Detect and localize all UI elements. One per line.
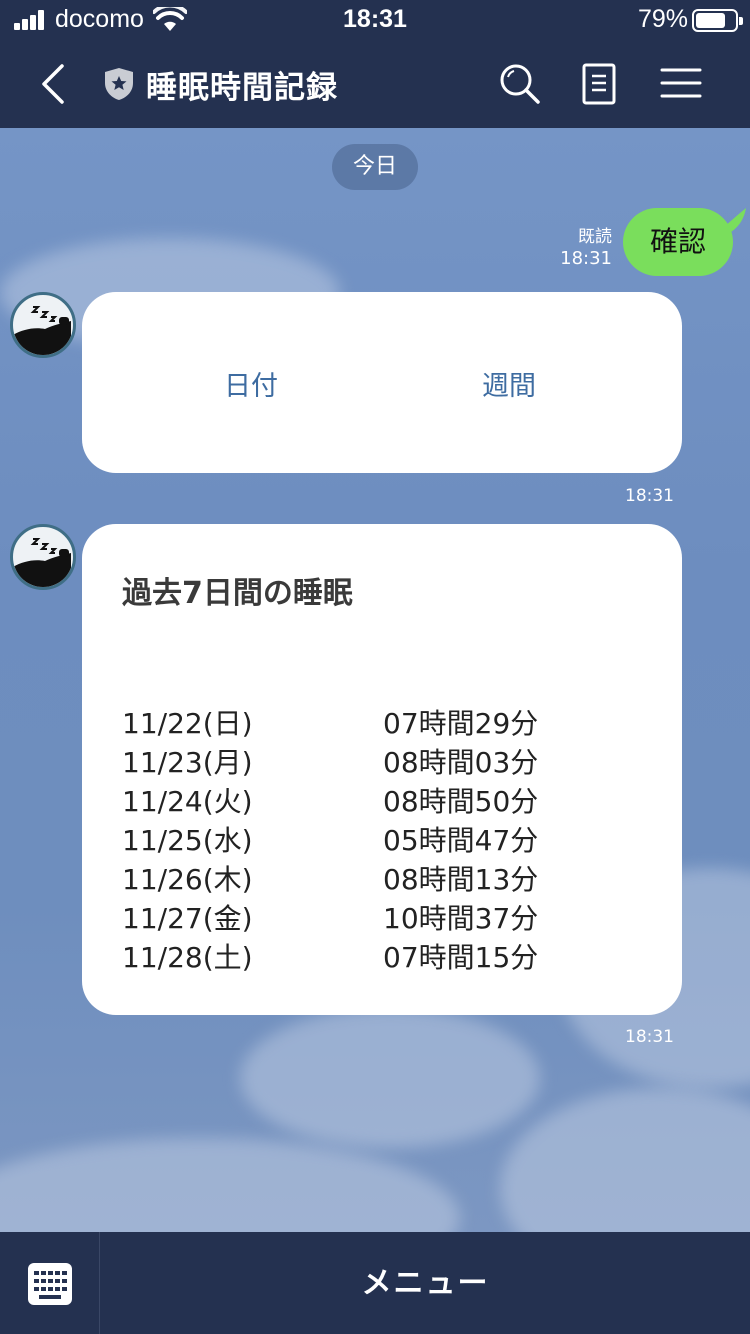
date-separator: 今日 [332,144,418,190]
message-time: 18:31 [625,486,674,506]
official-shield-icon [105,68,133,100]
notes-icon[interactable] [576,60,622,106]
card-title: 過去7日間の睡眠 [122,576,353,611]
outgoing-message-bubble[interactable]: 確認 [623,208,733,276]
read-receipt: 既読 18:31 [560,226,612,270]
options-card: 日付 週間 [82,292,682,473]
keyboard-toggle-button[interactable] [0,1232,100,1334]
read-label: 既読 [578,227,612,247]
sleep-date: 11/22(日) [122,707,253,740]
rich-menu-button[interactable]: メニュー [101,1232,750,1334]
sleep-summary-card: 過去7日間の睡眠 11/22(日) 07時間29分 11/23(月) 08時間0… [82,524,682,1015]
cloud-decoration [240,1008,540,1148]
sleep-duration: 08時間50分 [383,785,539,818]
sleep-date: 11/24(火) [122,785,253,818]
search-icon[interactable] [496,60,542,106]
sleeping-avatar-icon [13,538,71,587]
bot-avatar[interactable] [10,292,76,358]
option-week[interactable]: 週間 [482,364,536,403]
chat-area[interactable]: 今日 既読 18:31 確認 日付 週間 18:31 過去7日間の睡眠 11/2… [0,128,750,1232]
top-bar: docomo 18:31 79% 睡眠時間記録 [0,0,750,128]
battery-percent: 79% [638,5,689,33]
sleep-duration: 07時間29分 [383,707,539,740]
sleeping-avatar-icon [13,306,71,355]
chat-title: 睡眠時間記録 [146,70,338,106]
bot-avatar[interactable] [10,524,76,590]
sleep-duration: 10時間37分 [383,902,539,935]
chevron-left-icon[interactable] [38,62,70,106]
sleep-duration: 08時間13分 [383,863,539,896]
status-bar: docomo 18:31 79% [0,0,750,40]
sleep-duration: 08時間03分 [383,746,539,779]
battery-icon [692,9,743,32]
sleep-date: 11/26(木) [122,863,253,896]
keyboard-icon [28,1263,72,1305]
sleep-date: 11/27(金) [122,902,253,935]
message-time: 18:31 [625,1027,674,1047]
read-time: 18:31 [560,248,612,269]
cloud-decoration [500,1088,750,1232]
hamburger-menu-icon[interactable] [658,60,704,106]
sleep-duration: 07時間15分 [383,941,539,974]
sleep-date: 11/28(土) [122,941,253,974]
bottom-bar: メニュー [0,1232,750,1334]
cloud-decoration [0,1138,460,1232]
sleep-duration: 05時間47分 [383,824,539,857]
sleep-date: 11/23(月) [122,746,253,779]
option-date[interactable]: 日付 [224,364,278,403]
sleep-date: 11/25(水) [122,824,253,857]
